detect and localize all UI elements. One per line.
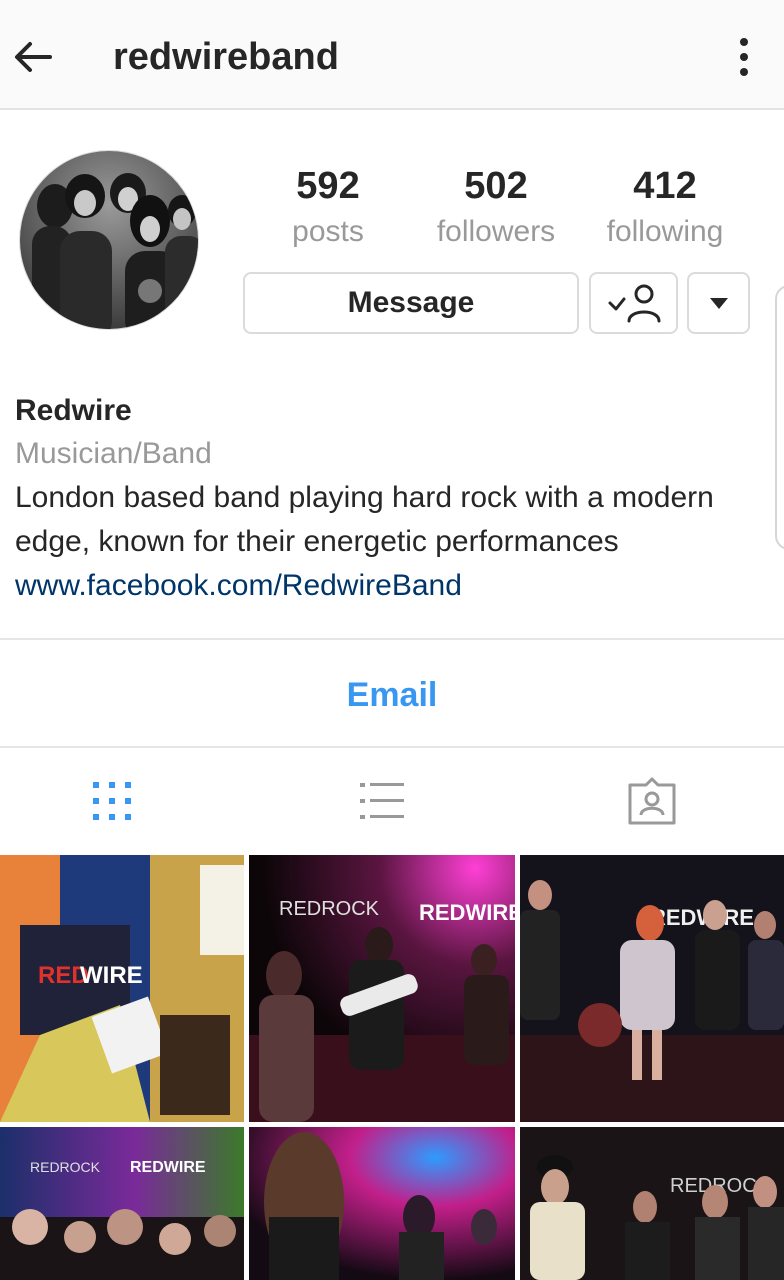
stat-following-label: following <box>606 215 724 248</box>
person-check-icon <box>608 284 660 323</box>
arrow-left-icon[interactable] <box>12 36 54 78</box>
stat-posts[interactable]: 592 posts <box>243 164 413 252</box>
svg-text:REDWIRE: REDWIRE <box>130 1159 206 1176</box>
stat-following[interactable]: 412 following <box>580 164 750 252</box>
profile-category: Musician/Band <box>15 437 212 470</box>
profile-name: Redwire <box>15 394 132 427</box>
grid-photo[interactable] <box>249 1127 515 1280</box>
list-icon[interactable] <box>356 775 408 827</box>
avatar[interactable] <box>19 150 199 330</box>
top-bar: redwireband <box>0 0 784 110</box>
bio-line-2: edge, known for their energetic performa… <box>15 525 619 558</box>
svg-text:REDWIRE: REDWIRE <box>419 900 515 925</box>
side-panel-edge <box>775 285 784 550</box>
more-vertical-icon[interactable] <box>724 36 764 78</box>
divider <box>0 746 784 748</box>
dropdown-button[interactable] <box>687 272 750 334</box>
stat-followers-value: 502 <box>464 165 528 207</box>
svg-text:REDROCK: REDROCK <box>279 898 380 920</box>
svg-text:WIRE: WIRE <box>80 962 143 989</box>
following-button[interactable] <box>589 272 678 334</box>
divider <box>0 638 784 640</box>
grid-photo[interactable]: REDWIRE <box>520 855 784 1122</box>
grid-photo[interactable]: REDROCK REDWIRE <box>249 855 515 1122</box>
profile-website-link[interactable]: www.facebook.com/RedwireBand <box>15 564 765 608</box>
email-button[interactable]: Email <box>0 670 784 720</box>
bio-section: Redwire Musician/Band London based band … <box>15 390 765 608</box>
grid-photo[interactable]: RED WIRE <box>0 855 244 1122</box>
grid-icon[interactable] <box>86 775 138 827</box>
grid-photo[interactable]: REDROCK REDWIRE <box>0 1127 244 1280</box>
stat-followers-label: followers <box>436 215 556 248</box>
caret-down-icon <box>709 298 728 309</box>
svg-text:REDROCK: REDROCK <box>30 1159 101 1175</box>
profile-username: redwireband <box>113 36 339 78</box>
stat-followers[interactable]: 502 followers <box>411 164 581 252</box>
photo-grid: RED WIRE REDROCK REDWIRE REDWIRE REDROCK… <box>0 855 784 1280</box>
tagged-icon[interactable] <box>626 775 678 827</box>
stat-following-value: 412 <box>633 165 697 207</box>
stat-posts-value: 592 <box>296 165 360 207</box>
svg-text:REDWIRE: REDWIRE <box>650 905 754 930</box>
stat-posts-label: posts <box>292 215 364 248</box>
message-button[interactable]: Message <box>243 272 579 334</box>
bio-line-1: London based band playing hard rock with… <box>15 481 714 514</box>
grid-photo[interactable]: REDROC <box>520 1127 784 1280</box>
